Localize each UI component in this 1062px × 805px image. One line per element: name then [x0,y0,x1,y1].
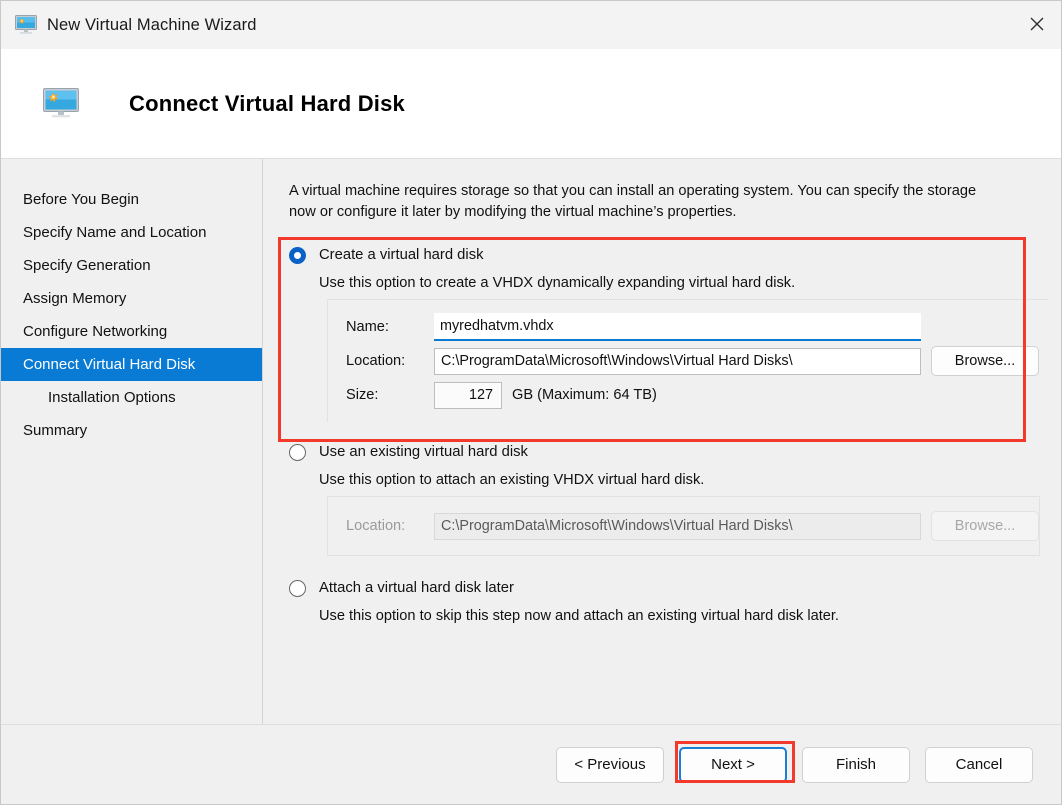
close-icon[interactable] [1013,1,1061,47]
name-label: Name: [346,319,389,336]
sidebar-item-label: Assign Memory [23,290,127,307]
size-label: Size: [346,387,379,404]
cancel-button[interactable]: Cancel [925,746,1033,783]
page-header: Connect Virtual Hard Disk [1,49,1061,159]
location-input[interactable] [434,347,921,375]
existing-browse-button: Browse... [931,511,1039,542]
sidebar-item-connect-virtual-hard-disk[interactable]: Connect Virtual Hard Disk [1,348,262,381]
wizard-steps-sidebar: Before You Begin Specify Name and Locati… [1,159,263,724]
previous-button[interactable]: < Previous [556,746,664,783]
next-button[interactable]: Next > [679,746,787,783]
option-description: Use this option to skip this step now an… [319,608,839,625]
option-create-virtual-hard-disk: Create a virtual hard disk Use this opti… [289,241,1048,423]
sidebar-item-label: Configure Networking [23,323,168,340]
location-field-row: Location: Browse... [328,344,1048,378]
sidebar-item-installation-options[interactable]: Installation Options [1,381,262,414]
existing-disk-field-panel: Location: Browse... [327,496,1040,557]
option-description: Use this option to attach an existing VH… [319,472,705,489]
option-label: Create a virtual hard disk [319,247,484,264]
name-field-row: Name: [328,310,1048,344]
wizard-body: Before You Begin Specify Name and Locati… [1,159,1061,724]
sidebar-item-label: Connect Virtual Hard Disk [23,356,196,373]
option-description: Use this option to create a VHDX dynamic… [319,275,796,292]
radio-button-icon[interactable] [289,579,306,597]
virtual-machine-monitor-icon [15,15,37,35]
location-label: Location: [346,353,406,370]
browse-button[interactable]: Browse... [931,346,1039,377]
window-title: New Virtual Machine Wizard [47,15,257,34]
existing-location-input [434,512,921,540]
new-virtual-machine-wizard-window: New Virtual Machine Wizard Connect Virtu… [0,0,1062,805]
create-disk-field-panel: Name: Location: Browse... Size: GB (Maxi… [327,299,1048,423]
radio-attach-virtual-hard-disk-later[interactable]: Attach a virtual hard disk later [289,574,1048,602]
option-use-existing-virtual-hard-disk: Use an existing virtual hard disk Use th… [289,438,1048,557]
sidebar-item-label: Before You Begin [23,191,139,208]
sidebar-item-specify-generation[interactable]: Specify Generation [1,249,262,282]
wizard-content: A virtual machine requires storage so th… [263,159,1062,724]
intro-text: A virtual machine requires storage so th… [289,183,977,221]
wizard-footer: < Previous Next > Finish Cancel [1,724,1061,804]
size-unit-label: GB (Maximum: 64 TB) [512,387,657,404]
option-attach-virtual-hard-disk-later: Attach a virtual hard disk later Use thi… [289,574,1048,624]
finish-button[interactable]: Finish [802,746,910,783]
sidebar-item-before-you-begin[interactable]: Before You Begin [1,183,262,216]
sidebar-item-specify-name-and-location[interactable]: Specify Name and Location [1,216,262,249]
sidebar-item-assign-memory[interactable]: Assign Memory [1,282,262,315]
sidebar-item-summary[interactable]: Summary [1,414,262,447]
option-label: Attach a virtual hard disk later [319,580,514,597]
radio-use-existing-virtual-hard-disk[interactable]: Use an existing virtual hard disk [289,438,1048,466]
location-label: Location: [346,518,406,535]
virtual-machine-monitor-icon [43,87,79,120]
page-title: Connect Virtual Hard Disk [129,90,405,116]
sidebar-item-label: Installation Options [48,389,176,406]
radio-button-icon[interactable] [289,443,306,461]
size-input[interactable] [434,381,502,409]
sidebar-item-label: Specify Generation [23,257,151,274]
sidebar-item-label: Summary [23,422,88,439]
size-field-row: Size: GB (Maximum: 64 TB) [328,378,1048,412]
radio-create-virtual-hard-disk[interactable]: Create a virtual hard disk [289,241,1048,269]
sidebar-item-configure-networking[interactable]: Configure Networking [1,315,262,348]
existing-location-field-row: Location: Browse... [328,509,1039,543]
title-bar: New Virtual Machine Wizard [1,1,1061,49]
name-input[interactable] [434,313,921,342]
radio-button-selected-icon[interactable] [289,246,306,264]
option-label: Use an existing virtual hard disk [319,444,528,461]
sidebar-item-label: Specify Name and Location [23,224,207,241]
